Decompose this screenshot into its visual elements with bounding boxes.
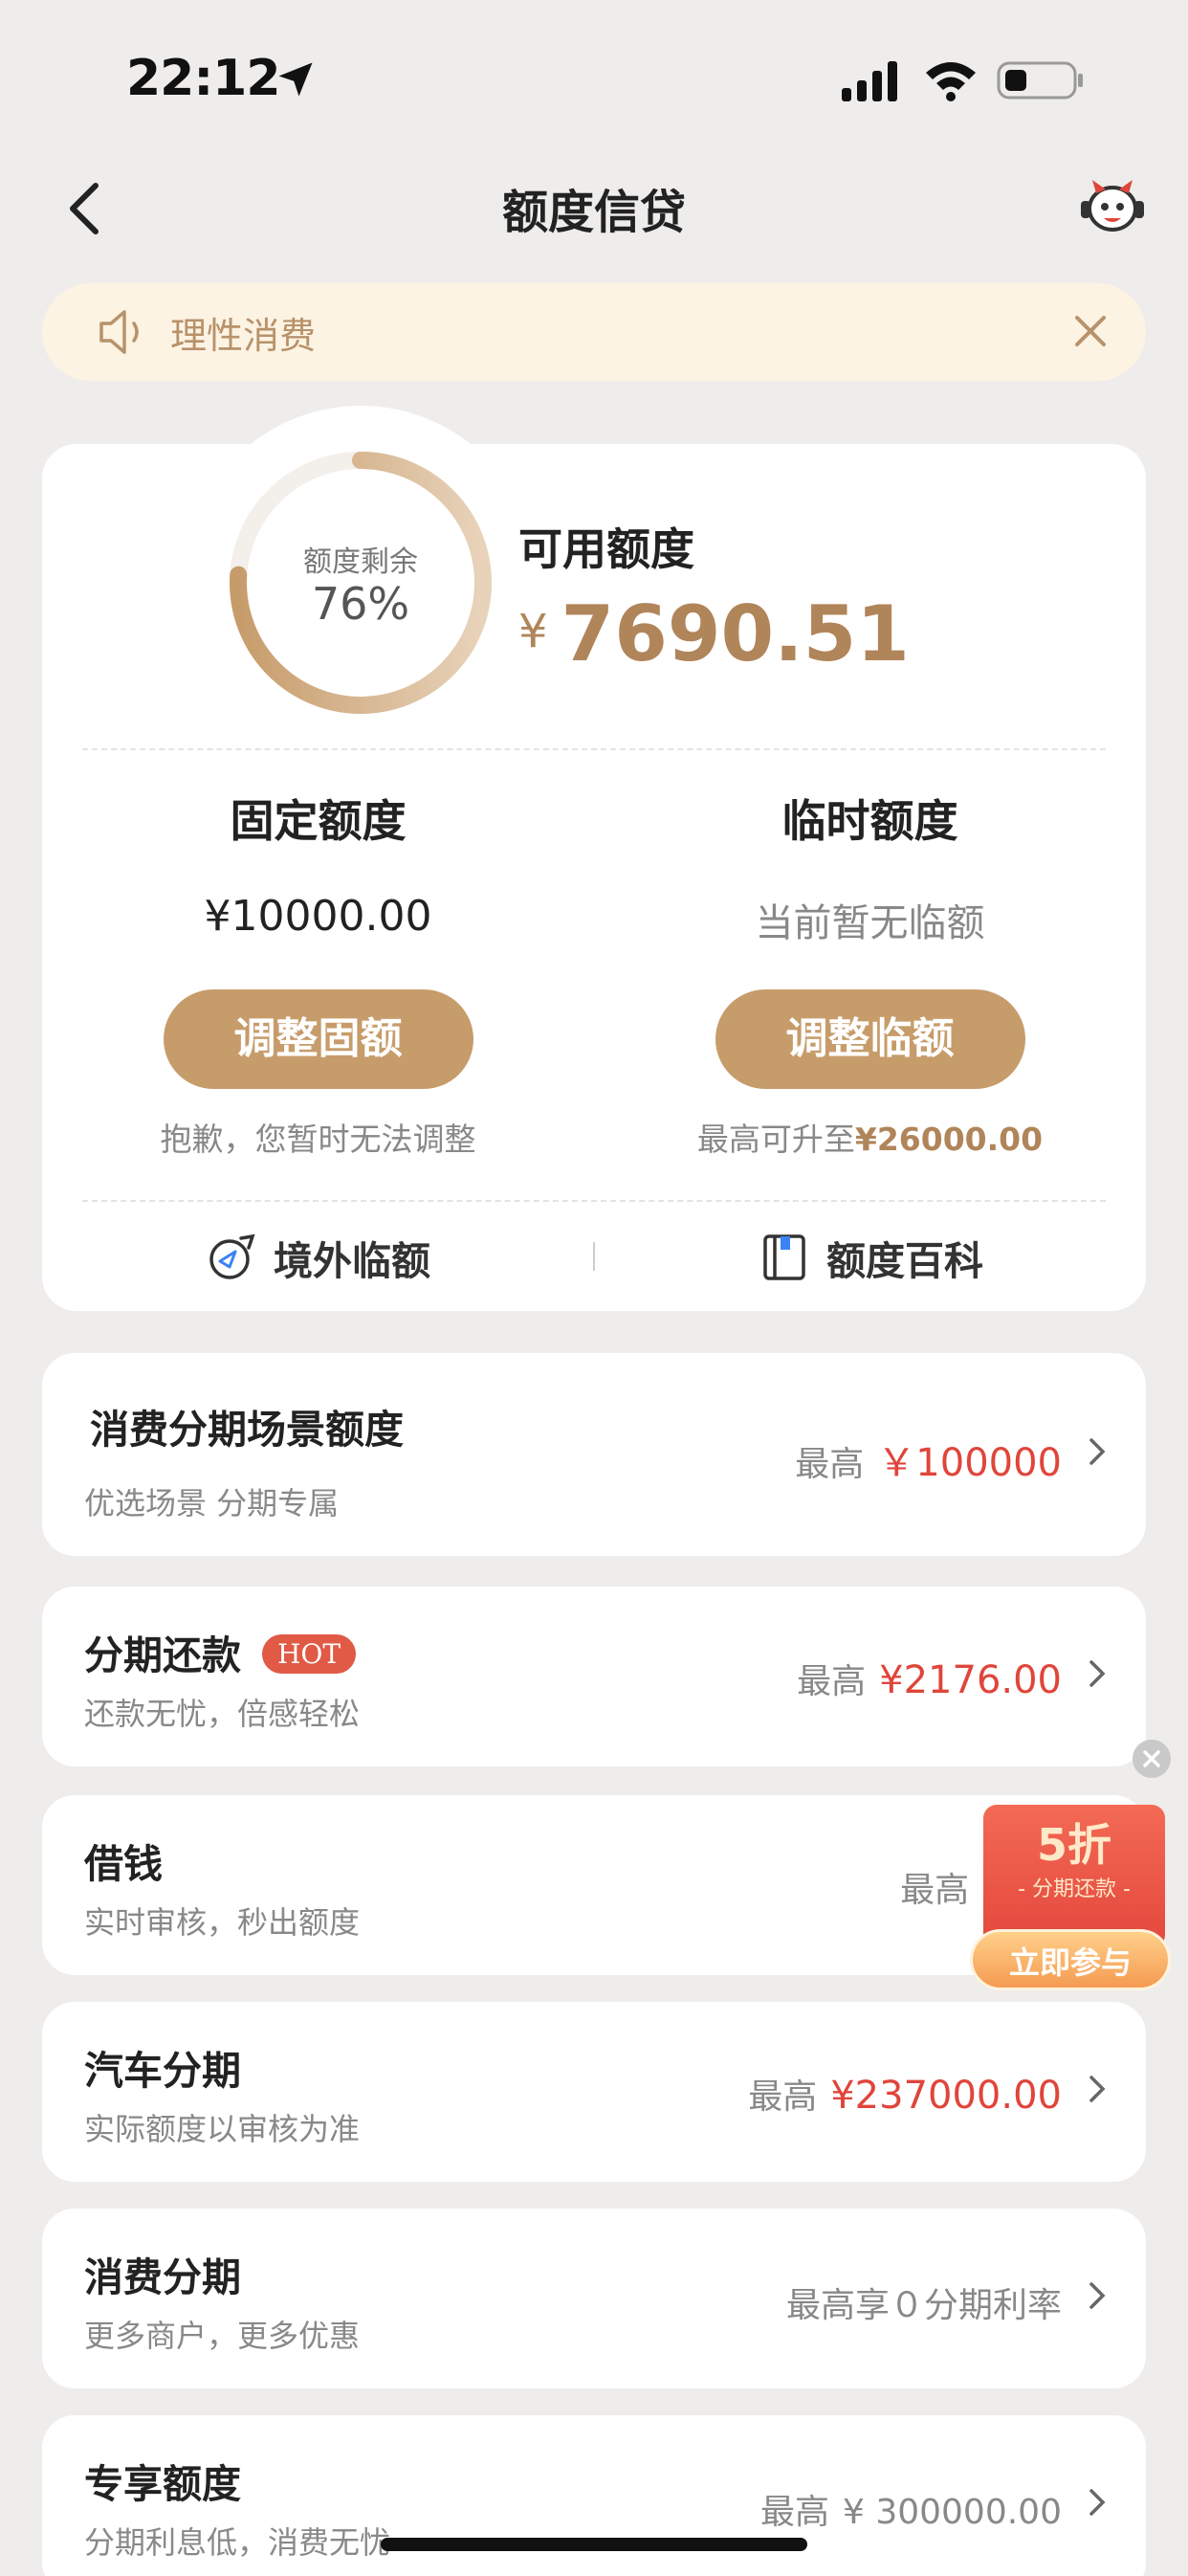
item-limit: 最高 ¥2176.00 [797,1654,1062,1703]
battery-icon [997,61,1083,100]
item-title: 汽车分期 [84,2048,241,2094]
divider [82,748,1106,750]
hot-badge: HOT [262,1634,357,1674]
item-title: 专享额度 [84,2461,241,2507]
nav-bar: 额度信贷 [0,153,1188,258]
page-title: 额度信贷 [501,186,686,239]
chevron-right-icon [1089,2489,1106,2516]
credit-wiki-link[interactable]: 额度百科 [759,1229,983,1286]
promo-discount: 5折 [1036,1819,1111,1871]
status-bar: 22:12 [0,0,1188,153]
item-title: 消费分期场景额度 [90,1407,404,1453]
item-limit: 最高 ¥237000.00 [748,2069,1062,2119]
globe-plane-icon [209,1233,255,1279]
temp-credit-title: 临时额度 [781,795,958,847]
item-limit: 最高享０分期利率 [786,2277,1062,2327]
item-limit-prefix: 最高 [759,2493,829,2532]
chevron-right-icon [1089,2282,1106,2309]
promo-close-icon[interactable] [1133,1740,1171,1778]
item-subtitle: 分期利息低，消费无忧 [84,2524,391,2561]
ring-percent: 76% [311,578,410,630]
promo-join-button[interactable]: 立即参与 [970,1929,1171,1990]
item-limit-amount: ¥ 300000.00 [842,2493,1062,2532]
item-limit: 最高 ￥100000 [795,1432,1062,1487]
list-item-auto-installment[interactable]: 汽车分期 实际额度以审核为准 最高 ¥237000.00 [42,2002,1146,2182]
item-limit-prefix: 最高 [797,1662,867,1701]
item-title: 借钱 [84,1841,163,1887]
item-title: 消费分期 [84,2254,241,2300]
item-limit-prefix: 最高 [748,2077,818,2117]
notice-banner: 理性消费 [42,283,1146,381]
temp-credit-note: 最高可升至¥26000.00 [594,1114,1146,1160]
temp-credit-column: 临时额度 当前暂无临额 调整临额 最高可升至¥26000.00 [594,787,1146,1160]
list-item-consumer-scene[interactable]: 消费分期场景额度 优选场景 分期专属 最高 ￥100000 [42,1353,1146,1556]
ring-label: 额度剩余 [303,545,418,579]
divider [82,1200,1106,1202]
promo-subtitle: - 分期还款 - [1018,1877,1131,1901]
wiki-link-label: 额度百科 [826,1238,983,1284]
item-limit-amount: ¥2176.00 [879,1658,1062,1702]
location-arrow-icon [278,62,313,97]
item-subtitle: 实时审核，秒出额度 [84,1904,361,1941]
available-label: 可用额度 [518,523,694,575]
available-amount: ¥7690.51 [518,589,910,678]
fixed-credit-value: ¥10000.00 [204,892,432,941]
credit-summary-card: 额度剩余 76% 可用额度 ¥7690.51 固定额度 ¥10000.00 调整… [42,406,1146,1311]
fixed-credit-note: 抱歉，您暂时无法调整 [160,1121,476,1158]
item-subtitle: 实际额度以审核为准 [84,2111,361,2147]
temp-note-prefix: 最高可升至 [696,1121,855,1158]
adjust-fixed-button[interactable]: 调整固额 [163,989,473,1089]
notice-text: 理性消费 [170,315,317,357]
currency-symbol: ¥ [518,605,548,658]
chevron-right-icon [1089,1660,1106,1687]
item-limit-prefix: 最高 [795,1445,865,1484]
chevron-right-icon [1089,1438,1106,1465]
wifi-icon [926,62,976,101]
list-item-exclusive-credit[interactable]: 专享额度 分期利息低，消费无忧 最高 ¥ 300000.00 [42,2415,1146,2576]
close-icon[interactable] [1071,312,1110,350]
link-divider [593,1242,595,1271]
temp-credit-value: 当前暂无临额 [755,901,985,945]
item-limit-prefix: 最高 [900,1871,970,1910]
status-time: 22:12 [126,50,281,107]
adjust-temp-button[interactable]: 调整临额 [715,989,1025,1089]
home-indicator [381,2538,807,2551]
item-title: 分期还款 [84,1632,241,1678]
item-limit-text: 最高享０分期利率 [785,2286,1062,2325]
available-amount-value: 7690.51 [561,589,910,678]
item-subtitle: 优选场景 分期专属 [84,1485,340,1521]
item-subtitle: 更多商户，更多优惠 [84,2318,361,2354]
speaker-icon [99,310,139,354]
credit-ring: 额度剩余 76% [184,406,538,760]
list-item-consumer-installment[interactable]: 消费分期 更多商户，更多优惠 最高享０分期利率 [42,2209,1146,2388]
customer-service-robot-icon[interactable] [1079,176,1146,235]
item-title-row: 分期还款 HOT [84,1623,357,1680]
fixed-credit-title: 固定额度 [230,795,407,847]
overseas-temp-credit-link[interactable]: 境外临额 [207,1229,430,1286]
item-limit-amount: ￥100000 [877,1441,1062,1485]
chevron-right-icon [1089,2076,1106,2102]
promo-card: 5折 - 分期还款 - [983,1805,1165,1948]
cellular-signal-icon [842,61,897,101]
temp-note-amount: ¥26000.00 [854,1121,1044,1158]
item-limit-amount: ¥237000.00 [830,2074,1062,2118]
item-limit: 最高 ¥ 300000.00 [760,2484,1062,2534]
fixed-credit-column: 固定额度 ¥10000.00 调整固额 抱歉，您暂时无法调整 [42,787,594,1160]
overseas-link-label: 境外临额 [274,1238,430,1284]
book-icon [763,1234,805,1280]
item-subtitle: 还款无忧，倍感轻松 [84,1696,361,1732]
